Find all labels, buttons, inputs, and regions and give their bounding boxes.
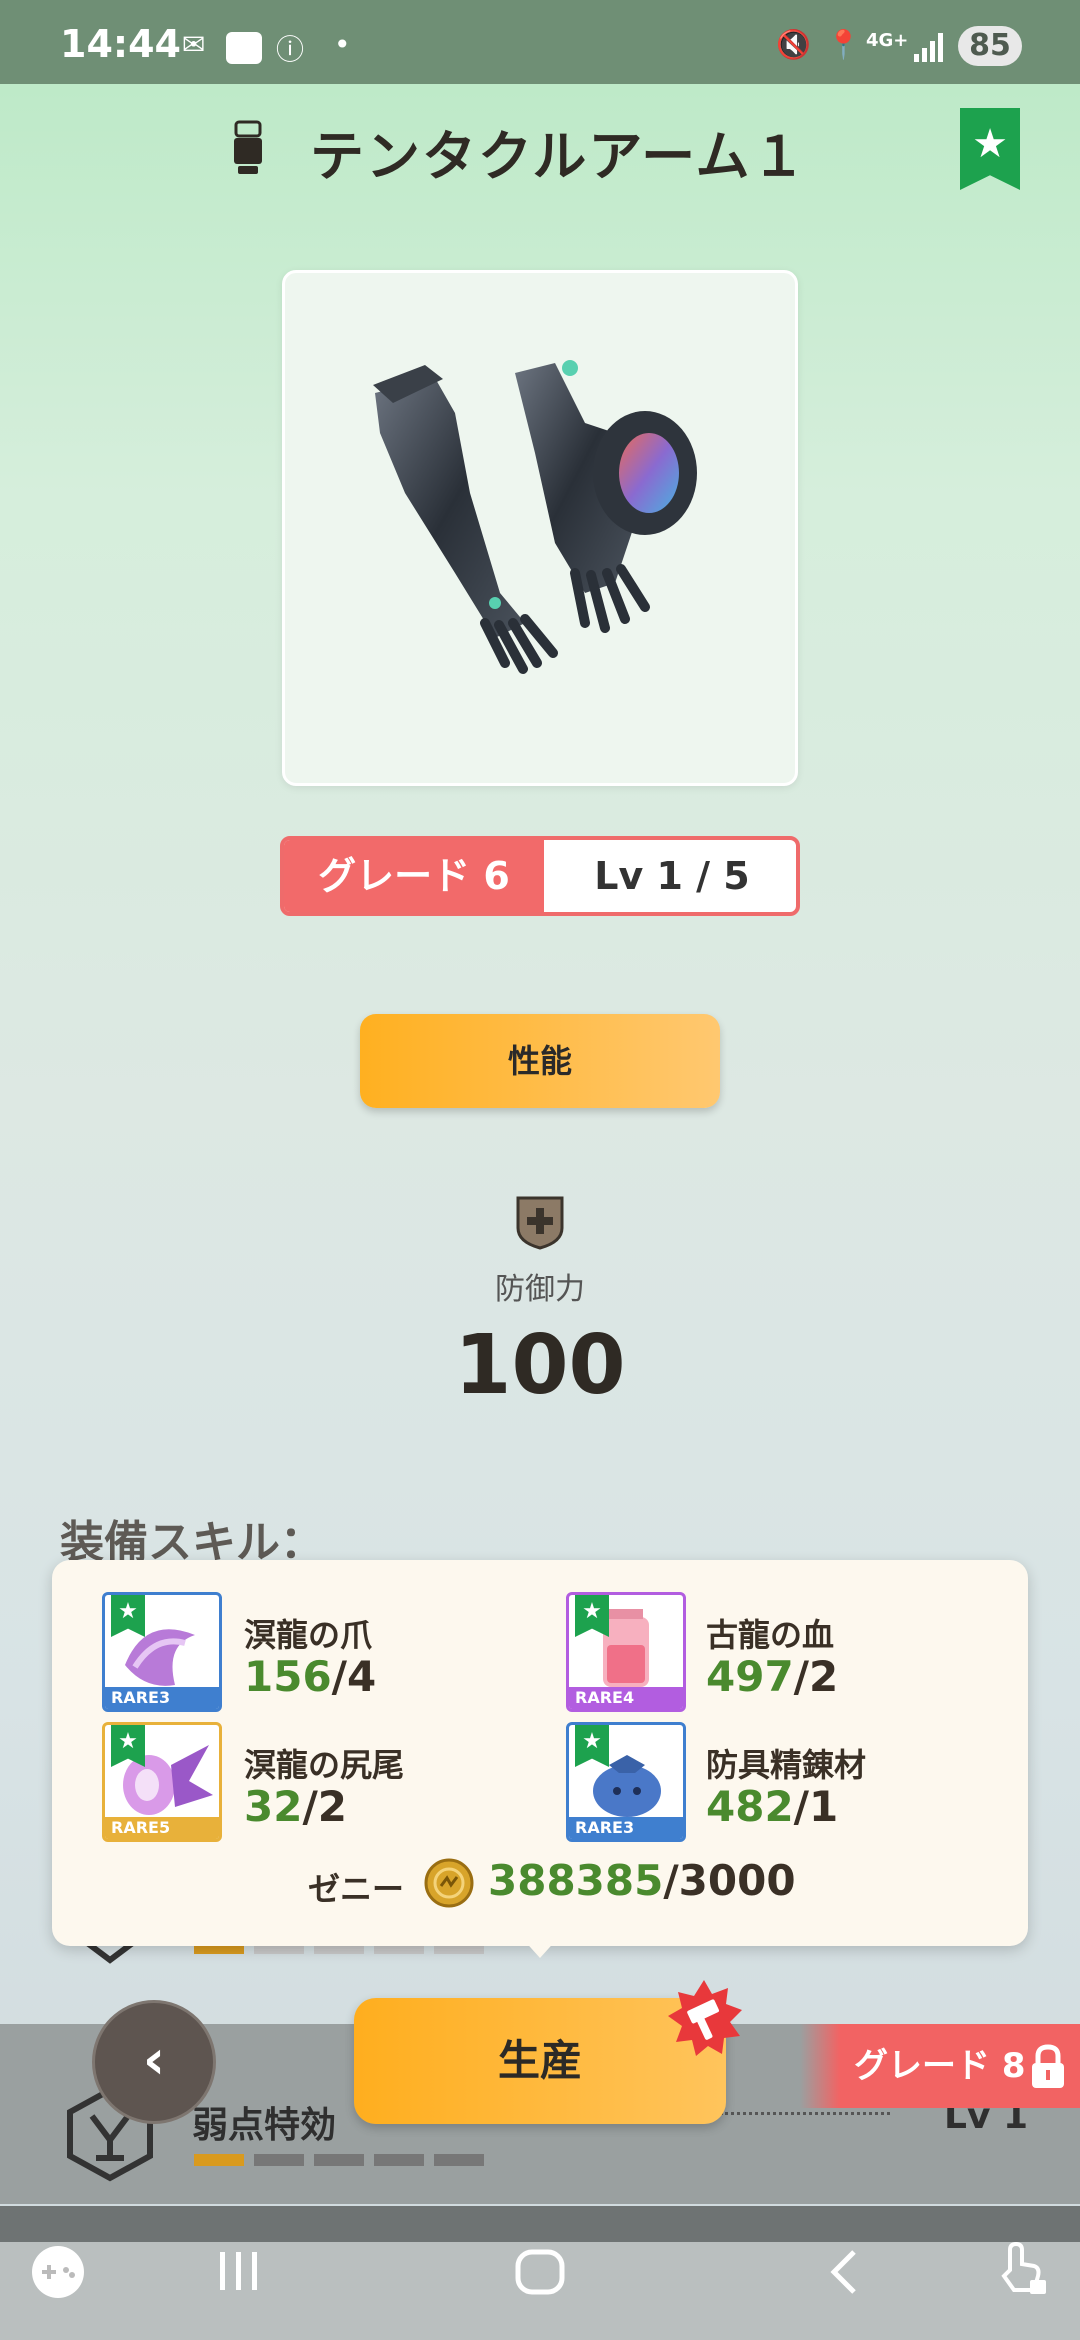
signal-icon [914, 33, 943, 62]
material-count: 156/4 [244, 1652, 376, 1701]
nav-back-icon[interactable] [826, 2248, 862, 2296]
hammer-badge-icon [668, 1980, 742, 2056]
material-count: 32/2 [244, 1782, 347, 1831]
game-controller-icon[interactable] [30, 2244, 86, 2300]
skill-level-segment [194, 2154, 244, 2166]
home-icon[interactable] [514, 2248, 566, 2296]
zenny-have: 388385 [488, 1856, 664, 1905]
material-count: 497/2 [706, 1652, 838, 1701]
defense-label: 防御力 [495, 1272, 585, 1307]
battery-indicator: 85 [958, 26, 1022, 66]
material-have: 156 [244, 1652, 332, 1701]
material-need: /2 [302, 1782, 348, 1831]
network-type: 4G+ [866, 30, 909, 51]
material-count: 482/1 [706, 1782, 838, 1831]
skill-level-segment [254, 2154, 304, 2166]
lock-icon [1032, 2044, 1064, 2088]
material-icon-purple-claw[interactable]: ★ RARE3 [102, 1592, 222, 1712]
performance-button[interactable]: 性能 [360, 1014, 720, 1108]
zenny-label: ゼニー [308, 1870, 405, 1908]
material-need: /2 [793, 1652, 839, 1701]
skill-level-segment [314, 2154, 364, 2166]
material-name: 溟龍の尻尾 [244, 1746, 405, 1784]
material-name: 溟龍の爪 [244, 1616, 373, 1654]
equipment-image [282, 270, 798, 786]
touch-lock-icon[interactable] [996, 2240, 1048, 2298]
mute-icon: 🔇 [776, 28, 811, 61]
material-icon-blue-pouch[interactable]: ★ RARE3 [566, 1722, 686, 1842]
grade-label: グレード 6 [284, 840, 544, 912]
more-notifications-icon: • [334, 28, 351, 61]
material-need: /1 [793, 1782, 839, 1831]
defense-value: 100 [454, 1318, 626, 1413]
material-rarity: RARE3 [569, 1817, 683, 1839]
mail-notification-icon: ✉ [182, 28, 206, 61]
material-have: 482 [706, 1782, 794, 1831]
zenny-count: 388385/3000 [488, 1856, 796, 1905]
skill-name: 弱点特効 [192, 2105, 337, 2146]
recent-apps-icon[interactable] [214, 2248, 264, 2294]
material-icon-blood-jar[interactable]: ★ RARE4 [566, 1592, 686, 1712]
material-name: 防具精錬材 [706, 1746, 867, 1784]
material-rarity: RARE3 [105, 1687, 219, 1709]
favorite-star-icon[interactable]: ★ [960, 108, 1020, 190]
zenny-coin-icon [424, 1858, 474, 1908]
material-have: 497 [706, 1652, 794, 1701]
info-notification-icon: ⓘ [276, 33, 305, 66]
skill-level-segment [374, 2154, 424, 2166]
material-rarity: RARE4 [569, 1687, 683, 1709]
grade-level-box: グレード 6 Lv 1 / 5 [280, 836, 800, 916]
defense-shield-icon [516, 1196, 564, 1250]
material-icon-purple-tail[interactable]: ★ RARE5 [102, 1722, 222, 1842]
zenny-need: /3000 [663, 1856, 796, 1905]
skill-row-leader [720, 2112, 890, 2115]
status-time: 14:44 [60, 22, 181, 66]
app-notification-icon [226, 32, 262, 64]
nav-bar-shade [0, 2206, 1080, 2242]
material-need: /4 [331, 1652, 377, 1701]
gauntlet-icon [234, 120, 262, 174]
skill-level-segment [434, 2154, 484, 2166]
material-rarity: RARE5 [105, 1817, 219, 1839]
level-label: Lv 1 / 5 [594, 854, 750, 898]
popup-pointer [522, 1938, 558, 1958]
back-button[interactable]: ‹ [92, 2000, 216, 2124]
location-icon: 📍 [826, 28, 861, 61]
material-name: 古龍の血 [706, 1616, 835, 1654]
material-have: 32 [244, 1782, 303, 1831]
item-title: テンタクルアーム１ [310, 125, 808, 188]
